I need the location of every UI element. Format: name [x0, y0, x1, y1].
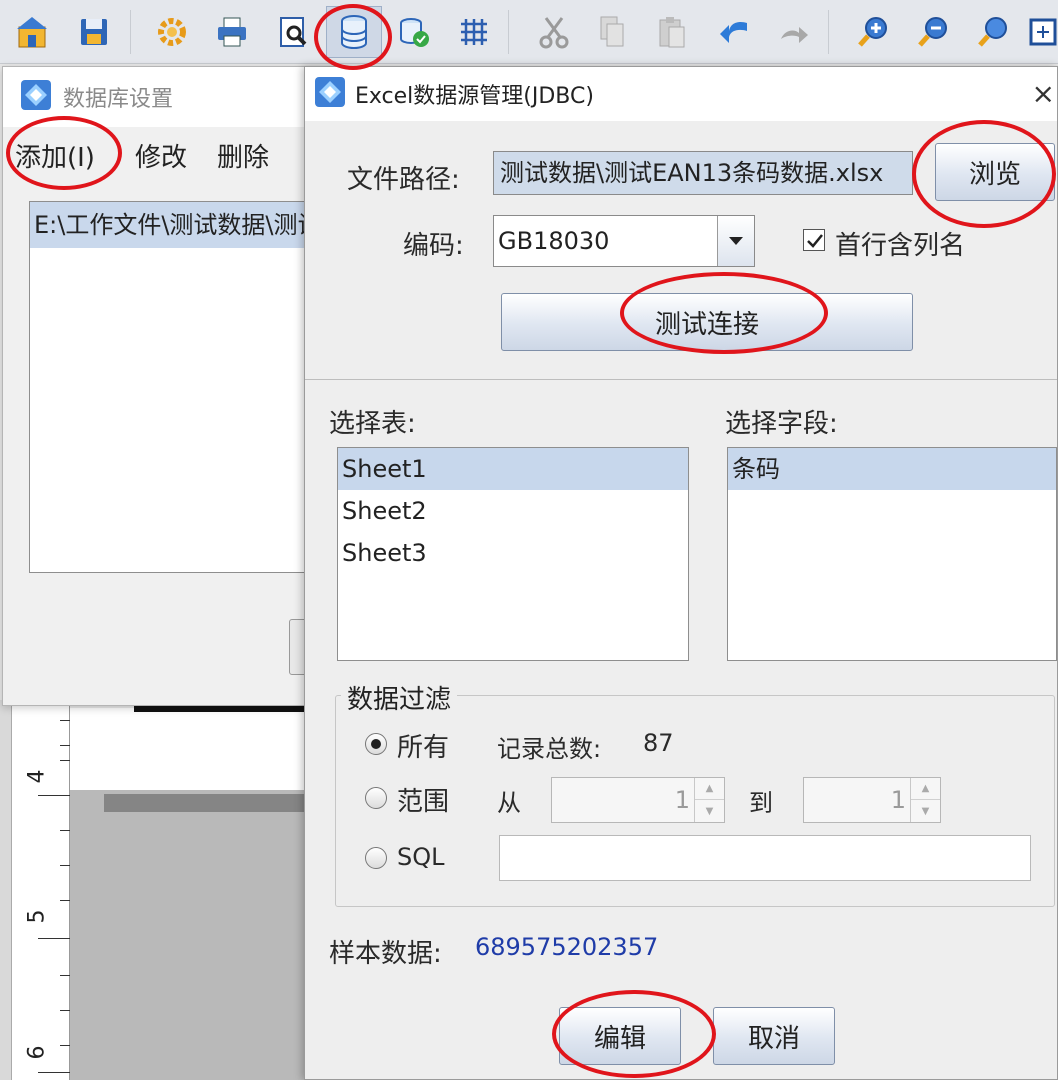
record-total-value: 87 [643, 729, 674, 757]
database-link-icon[interactable] [392, 10, 436, 54]
excel-dialog-titlebar[interactable]: Excel数据源管理(JDBC) × [305, 67, 1057, 121]
chevron-down-icon[interactable] [717, 216, 754, 266]
list-item[interactable]: E:\工作文件\测试数据\测试EAN13条码数据.xlsx [30, 202, 328, 248]
label-canvas-background [70, 790, 310, 1080]
database-settings-title: 数据库设置 [63, 87, 174, 112]
chevron-up-icon[interactable]: ▲ [695, 778, 724, 800]
print-icon[interactable] [210, 10, 254, 54]
select-field-label: 选择字段: [725, 409, 838, 439]
database-settings-titlebar[interactable]: 数据库设置 [3, 67, 341, 127]
file-path-field[interactable]: 测试数据\测试EAN13条码数据.xlsx [493, 151, 913, 195]
encoding-select[interactable]: GB18030 [493, 215, 755, 267]
first-row-header-checkbox[interactable] [803, 229, 825, 251]
filter-sql-label: SQL [397, 843, 445, 871]
encoding-label: 编码: [403, 231, 464, 261]
select-table-label: 选择表: [329, 409, 416, 439]
main-toolbar [0, 0, 1058, 64]
chevron-down-icon[interactable]: ▼ [911, 800, 940, 822]
list-item[interactable]: Sheet2 [338, 490, 688, 532]
print-preview-icon[interactable] [272, 10, 316, 54]
sample-data-label: 样本数据: [329, 939, 442, 969]
save-icon[interactable] [72, 10, 116, 54]
add-menu-item[interactable]: 添加(I) [15, 137, 95, 174]
range-to-value: 1 [890, 786, 906, 814]
cancel-button[interactable]: 取消 [713, 1007, 835, 1065]
cut-icon[interactable] [532, 10, 576, 54]
undo-icon[interactable] [712, 10, 756, 54]
table-listbox[interactable]: Sheet1 Sheet2 Sheet3 [337, 447, 689, 661]
label-canvas-shadow [104, 794, 310, 812]
filter-range-label: 范围 [397, 787, 450, 817]
fit-icon[interactable] [1026, 10, 1058, 54]
file-path-label: 文件路径: [347, 165, 460, 195]
settings-icon[interactable] [150, 10, 194, 54]
encoding-value: GB18030 [498, 227, 610, 255]
database-settings-window: 数据库设置 添加(I) 修改 删除 E:\工作文件\测试数据\测试EAN13条码… [2, 66, 342, 706]
ruler-mark: 5 [24, 909, 50, 924]
edit-button[interactable]: 编辑 [559, 1007, 681, 1065]
database-icon[interactable] [326, 6, 382, 58]
list-item[interactable]: Sheet1 [338, 448, 688, 490]
range-to-stepper[interactable]: 1 ▲ ▼ [803, 777, 941, 823]
filter-all-label: 所有 [397, 733, 450, 763]
excel-datasource-dialog: Excel数据源管理(JDBC) × 文件路径: 测试数据\测试EAN13条码数… [304, 66, 1058, 1080]
close-icon[interactable]: × [1032, 77, 1055, 110]
chevron-up-icon[interactable]: ▲ [911, 778, 940, 800]
database-settings-menu: 添加(I) 修改 删除 [3, 127, 341, 179]
field-listbox[interactable]: 条码 [727, 447, 1057, 661]
sample-data-value: 689575202357 [475, 933, 659, 961]
modify-menu-item[interactable]: 修改 [135, 137, 187, 174]
zoom-in-icon[interactable] [852, 10, 896, 54]
app-logo-icon [315, 77, 345, 111]
copy-icon[interactable] [590, 10, 634, 54]
zoom-out-icon[interactable] [912, 10, 956, 54]
range-to-label: 到 [749, 789, 773, 817]
filter-range-radio[interactable] [365, 787, 387, 809]
zoom-icon[interactable] [972, 10, 1016, 54]
label-canvas-edge [134, 706, 310, 712]
browse-button[interactable]: 浏览 [935, 143, 1055, 201]
ruler-mark: 4 [24, 769, 50, 784]
excel-dialog-title: Excel数据源管理(JDBC) [355, 84, 594, 109]
range-from-label: 从 [497, 789, 521, 817]
vertical-ruler: 4 5 6 [0, 700, 70, 1080]
redo-icon[interactable] [772, 10, 816, 54]
filter-sql-radio[interactable] [365, 847, 387, 869]
ruler-mark: 6 [24, 1045, 50, 1060]
home-icon[interactable] [10, 10, 54, 54]
chevron-down-icon[interactable]: ▼ [695, 800, 724, 822]
sql-input[interactable] [499, 835, 1031, 881]
delete-menu-item[interactable]: 删除 [217, 137, 269, 174]
range-from-value: 1 [674, 786, 690, 814]
first-row-header-label: 首行含列名 [835, 231, 966, 261]
grid-icon[interactable] [452, 10, 496, 54]
filter-all-radio[interactable] [365, 733, 387, 755]
app-logo-icon [21, 80, 51, 114]
record-total-label: 记录总数: [497, 735, 602, 763]
data-filter-legend: 数据过滤 [341, 679, 458, 716]
list-item[interactable]: 条码 [728, 448, 1056, 490]
test-connection-button[interactable]: 测试连接 [501, 293, 913, 351]
range-from-stepper[interactable]: 1 ▲ ▼ [551, 777, 725, 823]
paste-icon[interactable] [650, 10, 694, 54]
datasource-list[interactable]: E:\工作文件\测试数据\测试EAN13条码数据.xlsx [29, 201, 329, 573]
list-item[interactable]: Sheet3 [338, 532, 688, 574]
